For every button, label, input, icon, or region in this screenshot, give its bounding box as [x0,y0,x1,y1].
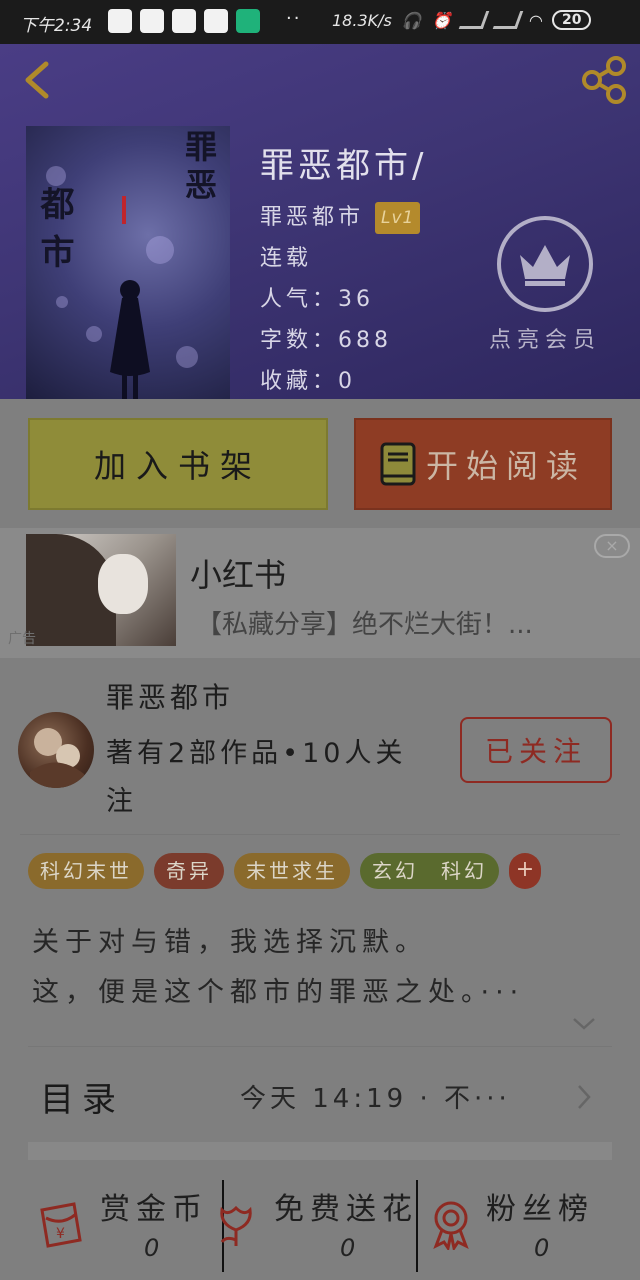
wifi-icon: ◠ [529,10,542,30]
book-author-row: 罪恶都市 Lv1 [260,197,427,238]
more-tags-button[interactable]: + [509,853,541,889]
member-button[interactable]: 点亮会员 [480,216,610,354]
signal-icon [458,11,489,29]
back-icon[interactable] [18,60,58,100]
add-to-shelf-button[interactable]: 加入书架 [28,418,328,510]
fans-count: 0 [534,1234,550,1262]
network-speed: 18.3K/s [332,10,392,30]
book-title: 罪恶都市/ [260,146,428,186]
book-info: 罪恶都市/ 罪恶都市 Lv1 连载 人气：36 字数：688 收藏：0 [260,138,427,402]
ad-title: 小红书 [190,556,287,594]
fans-label: 粉丝榜 [486,1192,594,1227]
broom-icon [204,9,228,33]
status-bar: 下午2:34 ·· 18.3K/s 🎧 ⏰ ◠ 20 [0,0,640,44]
description-line: 这，便是这个都市的罪恶之处。··· [32,977,525,1008]
vpn-shield-icon [236,9,260,33]
book-icon [380,442,416,486]
start-reading-label: 开始阅读 [425,447,586,485]
battery-icon: 20 [552,10,592,30]
headphones-icon: 🎧 [401,10,422,30]
divider [20,834,620,835]
broom-icon [140,9,164,33]
follow-label: 已关注 [484,735,587,768]
tag-item[interactable]: 奇异 [154,853,224,889]
share-icon[interactable] [578,54,630,106]
crown-icon [497,216,593,312]
chevron-down-icon[interactable] [572,1016,596,1032]
tag-item[interactable]: 玄幻 科幻 [360,853,499,889]
status-right: 18.3K/s 🎧 ⏰ ◠ 20 [332,10,592,30]
start-reading-button[interactable]: 开始阅读 [354,418,612,510]
status-time: 下午2:34 [20,16,93,36]
ad-description: 【私藏分享】绝不烂大街！... [196,610,533,640]
medal-icon [433,1201,469,1250]
shield-icon [108,9,132,33]
reward-label: 赏金币 [100,1192,208,1227]
book-status: 连载 [260,246,313,271]
cover-accent [122,196,126,224]
signal-icon [492,11,523,29]
member-label: 点亮会员 [488,328,601,353]
author-avatar[interactable] [18,712,94,788]
chevron-right-icon[interactable] [576,1084,592,1110]
book-word-count: 字数：688 [260,328,392,353]
free-flowers-button[interactable]: 免费送花 0 [220,1160,418,1280]
notification-icons [108,9,260,33]
book-description[interactable]: 关于对与错，我选择沉默。 这，便是这个都市的罪恶之处。··· [32,918,524,1018]
book-popularity: 人气：36 [260,287,374,312]
ad-tag: 广告 [8,631,36,647]
red-envelope-icon: ¥ [40,1202,82,1248]
book-header: 罪恶 都市 罪恶都市/ 罪恶都市 Lv1 连载 人气：36 字数：688 收藏：… [0,44,640,399]
ad-close-icon[interactable]: × [594,534,630,558]
add-to-shelf-label: 加入书架 [93,447,262,485]
flowers-label: 免费送花 [274,1192,418,1227]
reward-coins-button[interactable]: ¥ 赏金币 0 [0,1160,222,1280]
author-meta: 著有2部作品•10人关注 [106,738,407,817]
tag-item[interactable]: 末世求生 [234,853,350,889]
follow-button[interactable]: 已关注 [460,717,612,783]
toc-latest-chapter[interactable]: 今天 14:19 · 不··· [240,1078,511,1115]
fan-ranking-button[interactable]: 粉丝榜 0 [418,1160,640,1280]
alarm-icon: ⏰ [431,10,452,30]
ad-image [26,534,176,646]
cover-title-right: 罪恶 [180,130,218,206]
flowers-count: 0 [340,1234,356,1262]
cover-title-left: 都市 [34,186,74,282]
book-cover[interactable]: 罪恶 都市 [26,126,230,399]
broom-icon [172,9,196,33]
book-favorites: 收藏：0 [260,369,356,394]
section-spacer [28,1142,612,1160]
author-name[interactable]: 罪恶都市 [106,676,234,716]
reward-count: 0 [144,1234,160,1262]
author-level-badge: Lv1 [375,202,421,234]
tag-list: 科幻末世 奇异 末世求生 玄幻 科幻 + [28,853,541,889]
cover-figure [110,280,150,399]
ad-banner[interactable]: 广告 小红书 【私藏分享】绝不烂大街！... [0,528,640,658]
book-author[interactable]: 罪恶都市 [260,205,364,230]
flower-icon [220,1205,252,1246]
toc-label[interactable]: 目录 [40,1072,124,1121]
tag-item[interactable]: 科幻末世 [28,853,144,889]
more-notifications-icon: ·· [286,8,302,29]
bottom-bar: ¥ 赏金币 0 免费送花 0 粉丝榜 0 [0,1160,640,1280]
svg-text:¥: ¥ [56,1226,65,1242]
divider [28,1046,612,1047]
description-line: 关于对与错，我选择沉默。 [32,927,428,958]
